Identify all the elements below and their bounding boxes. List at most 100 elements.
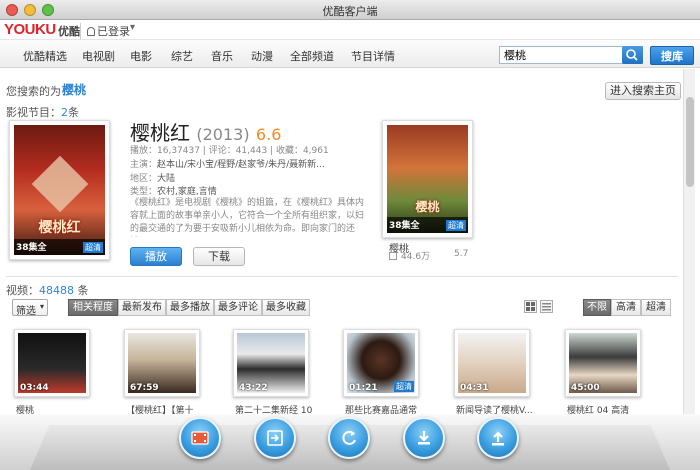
- scrollbar-thumb[interactable]: [686, 97, 694, 187]
- video-hd-badge: 超清: [394, 381, 414, 392]
- nav-item-featured[interactable]: 优酷精选: [23, 48, 67, 64]
- video-duration: 03:44: [20, 383, 49, 393]
- account-dropdown-icon[interactable]: ▾: [130, 22, 135, 33]
- video-count-label: 视频：: [6, 284, 39, 297]
- export-icon[interactable]: [254, 417, 296, 459]
- side-result-views-value: 44.6万: [401, 252, 431, 262]
- search-term: 樱桃: [62, 83, 87, 97]
- featured-poster-episodes: 38集全: [16, 243, 47, 253]
- video-count: 视频：48488 条: [6, 282, 89, 298]
- genre-label: 类型：: [130, 187, 158, 197]
- sort-tab-relevance[interactable]: 相关程度: [68, 299, 118, 316]
- list-view-icon[interactable]: [540, 300, 553, 313]
- side-result-views: 44.6万: [389, 249, 430, 262]
- video-thumb-image: 67:59: [128, 333, 196, 393]
- film-icon[interactable]: [179, 417, 221, 459]
- side-result-poster[interactable]: 樱桃 38集全 超清: [382, 120, 473, 238]
- search-button[interactable]: 搜库: [650, 46, 694, 65]
- channel-nav: 优酷精选 电视剧 电影 综艺 音乐 动漫 全部频道 节目详情 搜库: [0, 40, 700, 68]
- video-thumb-5[interactable]: 04:31: [454, 329, 530, 397]
- featured-title-text: 樱桃红: [130, 121, 190, 145]
- side-poster-episodes: 38集全: [389, 221, 420, 231]
- vertical-scrollbar[interactable]: [683, 69, 695, 414]
- featured-cast: 主演：赵本山/宋小宝/程野/赵家爷/朱丹/聂新新...: [130, 157, 365, 170]
- featured-description: 《樱桃红》是电视剧《樱桃》的姐篇，在《樱桃红》具体内容就上面的故事单亲小人，它符…: [130, 198, 365, 234]
- video-thumb-image: 04:31: [458, 333, 526, 393]
- enter-search-home-button[interactable]: 进入搜索主页: [605, 82, 681, 100]
- side-result-score: 5.7: [454, 249, 469, 259]
- nav-item-all-channels[interactable]: 全部频道: [290, 48, 334, 64]
- video-thumb-image: 43:22: [237, 333, 305, 393]
- video-thumb-6[interactable]: 45:00: [565, 329, 641, 397]
- login-status[interactable]: 已登录: [80, 23, 130, 39]
- nav-item-variety[interactable]: 综艺: [171, 48, 193, 64]
- nav-item-anime[interactable]: 动漫: [251, 48, 273, 64]
- region-value: 大陆: [157, 174, 176, 184]
- sort-tab-most-played[interactable]: 最多播放: [166, 299, 214, 316]
- play-button[interactable]: 播放: [130, 247, 182, 266]
- video-thumb-2[interactable]: 67:59: [124, 329, 200, 397]
- featured-region: 地区：大陆: [130, 171, 365, 184]
- region-label: 地区：: [130, 174, 158, 184]
- video-filter-bar: 筛选 ▾ 相关程度 最新发布 最多播放 最多评论 最多收藏 不限 高清 超清: [0, 297, 680, 319]
- nav-item-music[interactable]: 音乐: [211, 48, 233, 64]
- quality-tab-hd[interactable]: 高清: [611, 299, 641, 316]
- sort-tab-most-favorites[interactable]: 最多收藏: [262, 299, 310, 316]
- program-count-unit: 条: [68, 106, 79, 119]
- youku-logo-cn: 优酷: [58, 25, 80, 38]
- quality-tab-super-hd[interactable]: 超清: [641, 299, 671, 316]
- video-count-unit: 条: [77, 284, 89, 297]
- sort-tab-most-comments[interactable]: 最多评论: [214, 299, 262, 316]
- sort-tab-newest[interactable]: 最新发布: [118, 299, 166, 316]
- video-duration: 43:22: [239, 383, 268, 393]
- quality-tab-any[interactable]: 不限: [583, 299, 611, 316]
- account-bar: YOUKU 优酷 已登录 ▾: [0, 20, 700, 40]
- video-count-number: 48488: [39, 284, 74, 297]
- section-divider: [6, 276, 678, 277]
- video-duration: 01:21: [349, 383, 378, 393]
- login-label: 已登录: [97, 25, 130, 38]
- video-duration: 45:00: [571, 383, 600, 393]
- video-thumb-image: 01:21 超清: [347, 333, 415, 393]
- video-thumb-1[interactable]: 03:44: [14, 329, 90, 397]
- video-thumb-4[interactable]: 01:21 超清: [343, 329, 419, 397]
- program-count: 影视节目：2条: [6, 104, 79, 120]
- nav-item-program-detail[interactable]: 节目详情: [351, 48, 395, 64]
- poster-heart-shape: [31, 155, 88, 213]
- video-thumb-image: 03:44: [18, 333, 86, 393]
- chevron-down-icon: ▾: [39, 302, 44, 311]
- filter-select-value: 筛选: [16, 306, 36, 317]
- video-duration: 67:59: [130, 383, 159, 393]
- search-icon[interactable]: [622, 46, 643, 64]
- youku-logo: YOUKU: [4, 21, 56, 38]
- download-button[interactable]: 下载: [193, 247, 245, 266]
- window-titlebar: 优酷客户端: [0, 0, 700, 20]
- program-count-label: 影视节目：: [6, 106, 61, 119]
- window-title: 优酷客户端: [322, 5, 378, 18]
- featured-year: (2013): [196, 125, 250, 144]
- grid-view-icon[interactable]: [524, 300, 537, 313]
- video-thumb-image: 45:00: [569, 333, 637, 393]
- upload-icon[interactable]: [477, 417, 519, 459]
- featured-title[interactable]: 樱桃红 (2013) 6.6: [130, 117, 281, 146]
- side-result-poster-image: 樱桃 38集全 超清: [387, 125, 468, 233]
- side-poster-title: 樱桃: [415, 200, 440, 214]
- nav-item-movie[interactable]: 电影: [130, 48, 152, 64]
- download-icon[interactable]: [403, 417, 445, 459]
- featured-poster-title: 樱桃红: [38, 220, 81, 236]
- featured-poster-image: 樱桃红 38集全 超清: [14, 125, 105, 255]
- refresh-icon[interactable]: [328, 417, 370, 459]
- side-poster-badge: 超清: [446, 220, 466, 231]
- cast-label: 主演：: [130, 160, 158, 170]
- views-icon: [389, 252, 397, 260]
- cast-value: 赵本山/宋小宝/程野/赵家爷/朱丹/聂新新...: [157, 160, 325, 170]
- featured-poster-badge: 超清: [83, 242, 103, 253]
- nav-item-tv[interactable]: 电视剧: [82, 48, 115, 64]
- program-count-number: 2: [61, 106, 68, 119]
- user-icon: [87, 27, 95, 36]
- genre-value: 农村,家庭,言情: [157, 187, 217, 197]
- filter-select[interactable]: 筛选 ▾: [12, 299, 48, 317]
- featured-poster[interactable]: 樱桃红 38集全 超清: [9, 120, 110, 260]
- featured-stats: 播放：16,37437 | 评论：41,443 | 收藏：4,961: [130, 146, 329, 156]
- video-thumb-3[interactable]: 43:22: [233, 329, 309, 397]
